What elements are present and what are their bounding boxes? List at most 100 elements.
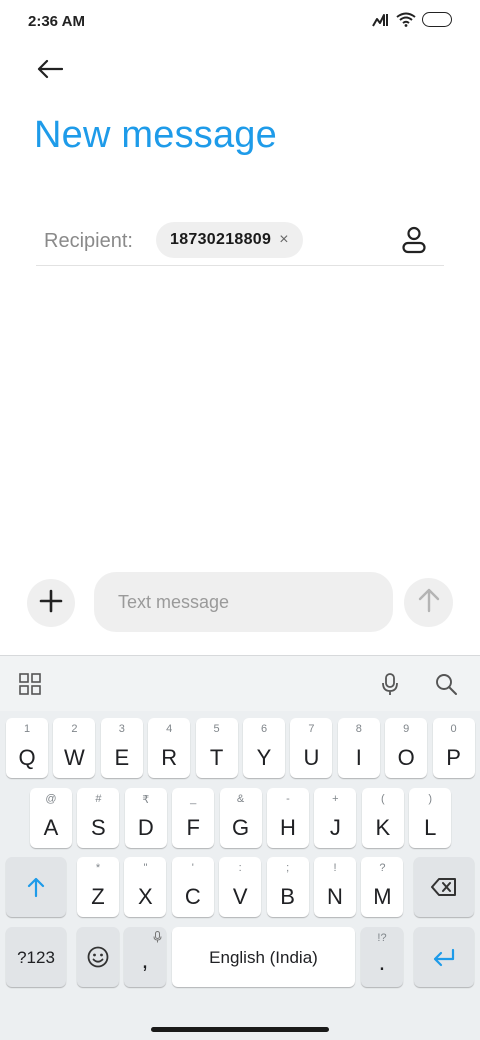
key-label: K <box>375 815 391 840</box>
key-o[interactable]: 9O <box>385 718 428 778</box>
key-hint: ₹ <box>142 794 150 806</box>
key-label: A <box>43 815 59 840</box>
key-label: U <box>303 745 320 770</box>
key-hint: 1 <box>23 723 31 735</box>
enter-key[interactable] <box>414 927 474 987</box>
key-label: T <box>209 745 224 770</box>
close-icon[interactable]: × <box>279 232 288 248</box>
home-indicator[interactable] <box>151 1027 329 1032</box>
key-c[interactable]: ' C <box>171 857 214 917</box>
space-key[interactable]: English (India) <box>172 927 355 987</box>
key-hint: + <box>332 793 339 805</box>
emoji-key[interactable] <box>77 927 119 987</box>
keyboard: 1 Q 2 W 3 E 4 R 5 T 6 Y 7 U 8 I 9 O 0 P @ A # S ₹ D _ F & G - H + J(K) L * Z… <box>0 655 480 1040</box>
key-hint: 8 <box>355 723 362 735</box>
key-q[interactable]: 1Q <box>6 718 48 778</box>
recipient-row: Recipient: 18730218809 × <box>36 218 444 266</box>
key-label: ?123 <box>17 948 55 967</box>
key-hint: ? <box>379 862 386 874</box>
key-m[interactable]: ? M <box>361 857 404 917</box>
symbols-key[interactable]: ?123 <box>6 927 66 987</box>
key-label: H <box>280 815 296 840</box>
key-hint: & <box>236 793 245 805</box>
key-hint: 3 <box>118 723 125 735</box>
key-s[interactable]: # S <box>77 788 120 848</box>
key-label: , <box>141 947 149 974</box>
microphone-hint-icon <box>153 930 162 948</box>
key-label: B <box>280 884 295 909</box>
key-z[interactable]: * Z <box>77 857 119 917</box>
key-hint: @ <box>45 793 57 805</box>
key-d[interactable]: ₹ D <box>124 788 167 848</box>
key-e[interactable]: 3E <box>100 718 143 778</box>
key-r[interactable]: 4R <box>148 718 191 778</box>
search-icon[interactable] <box>434 672 458 696</box>
recipient-chip-text: 18730218809 <box>170 231 272 248</box>
key-l[interactable]: ) L <box>409 788 452 848</box>
period-key[interactable]: !?. <box>361 927 403 987</box>
key-b[interactable]: ; B <box>266 857 309 917</box>
key-hint: 7 <box>308 723 315 735</box>
key-label: X <box>138 884 153 909</box>
status-icons <box>372 12 452 27</box>
contact-picker-button[interactable] <box>398 224 430 256</box>
arrow-up-icon <box>417 587 441 618</box>
key-v[interactable]: :V <box>219 857 262 917</box>
recipient-chip[interactable]: 18730218809 × <box>156 222 303 258</box>
key-label: L <box>424 815 437 840</box>
key-hint: 5 <box>213 723 220 735</box>
key-hint: ' <box>191 862 194 874</box>
key-label: P <box>446 745 461 770</box>
key-label: Q <box>18 745 36 770</box>
page-title: New message <box>34 114 277 156</box>
key-i[interactable]: 8I <box>337 718 380 778</box>
status-time: 2:36 AM <box>28 13 85 30</box>
key-u[interactable]: 7U <box>290 718 333 778</box>
key-hint: 9 <box>403 723 410 735</box>
key-hint: - <box>286 793 290 805</box>
key-t[interactable]: 5T <box>195 718 238 778</box>
key-label: M <box>373 884 392 909</box>
key-label: English (India) <box>209 948 318 967</box>
attach-button[interactable] <box>27 579 75 627</box>
key-h[interactable]: -H <box>267 788 309 848</box>
person-icon <box>398 226 430 260</box>
key-a[interactable]: @ A <box>30 788 72 848</box>
key-f[interactable]: _ F <box>172 788 215 848</box>
shift-key[interactable] <box>6 857 66 917</box>
key-p[interactable]: 0P <box>432 718 475 778</box>
wifi-icon <box>396 12 416 27</box>
microphone-icon[interactable] <box>378 672 402 696</box>
key-label: Z <box>91 884 105 909</box>
key-label: W <box>64 745 85 770</box>
key-label: E <box>114 745 130 770</box>
back-button[interactable] <box>30 56 70 86</box>
key-hint: ( <box>380 793 385 805</box>
key-hint: 0 <box>450 723 457 735</box>
key-label: O <box>397 745 415 770</box>
apps-grid-icon[interactable] <box>18 672 42 696</box>
key-j[interactable]: + J <box>314 788 357 848</box>
key-hint: : <box>238 862 242 874</box>
key-k[interactable]: (K <box>361 788 404 848</box>
key-label: I <box>355 745 362 770</box>
comma-key[interactable]: , <box>124 927 166 987</box>
key-label: V <box>232 884 248 909</box>
battery-icon <box>422 12 452 27</box>
key-hint: 6 <box>260 723 268 735</box>
key-label: F <box>186 815 200 840</box>
key-hint: " <box>143 862 148 874</box>
key-label: . <box>378 949 386 976</box>
key-label: R <box>161 745 178 770</box>
key-g[interactable]: & G <box>219 788 262 848</box>
backspace-key[interactable] <box>414 857 474 917</box>
send-button[interactable] <box>404 578 453 627</box>
plus-icon <box>39 589 63 618</box>
key-n[interactable]: ! N <box>314 857 356 917</box>
key-w[interactable]: 2W <box>53 718 96 778</box>
shift-arrow-icon <box>6 875 66 904</box>
backspace-icon <box>414 875 474 904</box>
message-input[interactable] <box>94 572 393 632</box>
key-y[interactable]: 6Y <box>243 718 285 778</box>
key-x[interactable]: " X <box>124 857 167 917</box>
